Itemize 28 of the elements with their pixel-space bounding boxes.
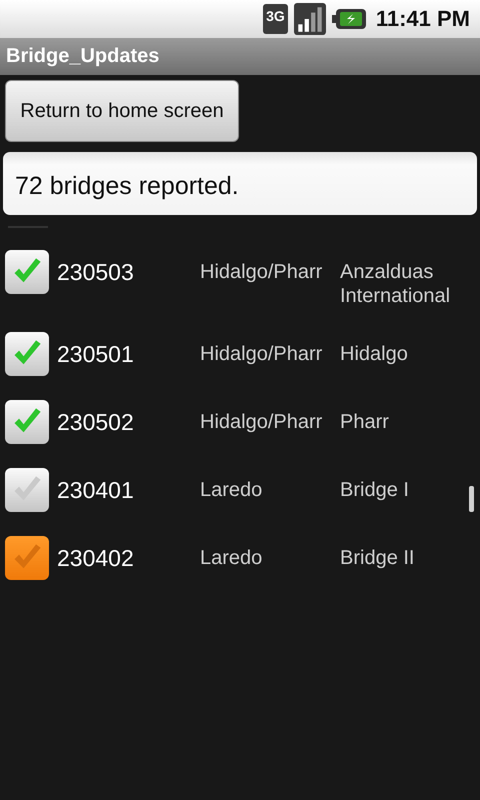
bridge-city: Hidalgo/Pharr <box>200 410 324 434</box>
window-title: Bridge_Updates <box>6 45 160 68</box>
battery-icon <box>332 8 366 30</box>
bridge-name: Hidalgo <box>340 342 409 366</box>
checkbox[interactable] <box>5 332 49 376</box>
bridge-city: Laredo <box>200 546 264 570</box>
bridge-id: 230401 <box>57 476 135 502</box>
checkbox[interactable] <box>5 468 49 512</box>
bridge-id: 230501 <box>57 340 135 366</box>
bridge-city: Hidalgo/Pharr <box>200 342 324 366</box>
checkbox[interactable] <box>5 536 49 580</box>
bridge-id: 230503 <box>57 258 135 284</box>
bridge-id: 230502 <box>57 408 135 434</box>
bridge-name: Pharr <box>340 410 390 434</box>
clock-time: 11:41 PM <box>376 6 470 32</box>
bridge-name: Bridge II <box>340 546 416 570</box>
summary-field[interactable]: 72 bridges reported. <box>3 152 477 215</box>
bridge-id: 230402 <box>57 544 135 570</box>
checkbox[interactable] <box>5 250 49 294</box>
scroll-thumb <box>469 486 474 512</box>
bridge-name: Bridge I <box>340 478 410 502</box>
bridge-name: Anzalduas International <box>340 260 452 308</box>
signal-icon <box>294 3 326 35</box>
home-button[interactable]: Return to home screen <box>5 80 239 142</box>
checkbox[interactable] <box>5 400 49 444</box>
bridge-city: Hidalgo/Pharr <box>200 260 324 284</box>
bridge-city: Laredo <box>200 478 264 502</box>
network-type-icon: 3G <box>263 4 288 34</box>
